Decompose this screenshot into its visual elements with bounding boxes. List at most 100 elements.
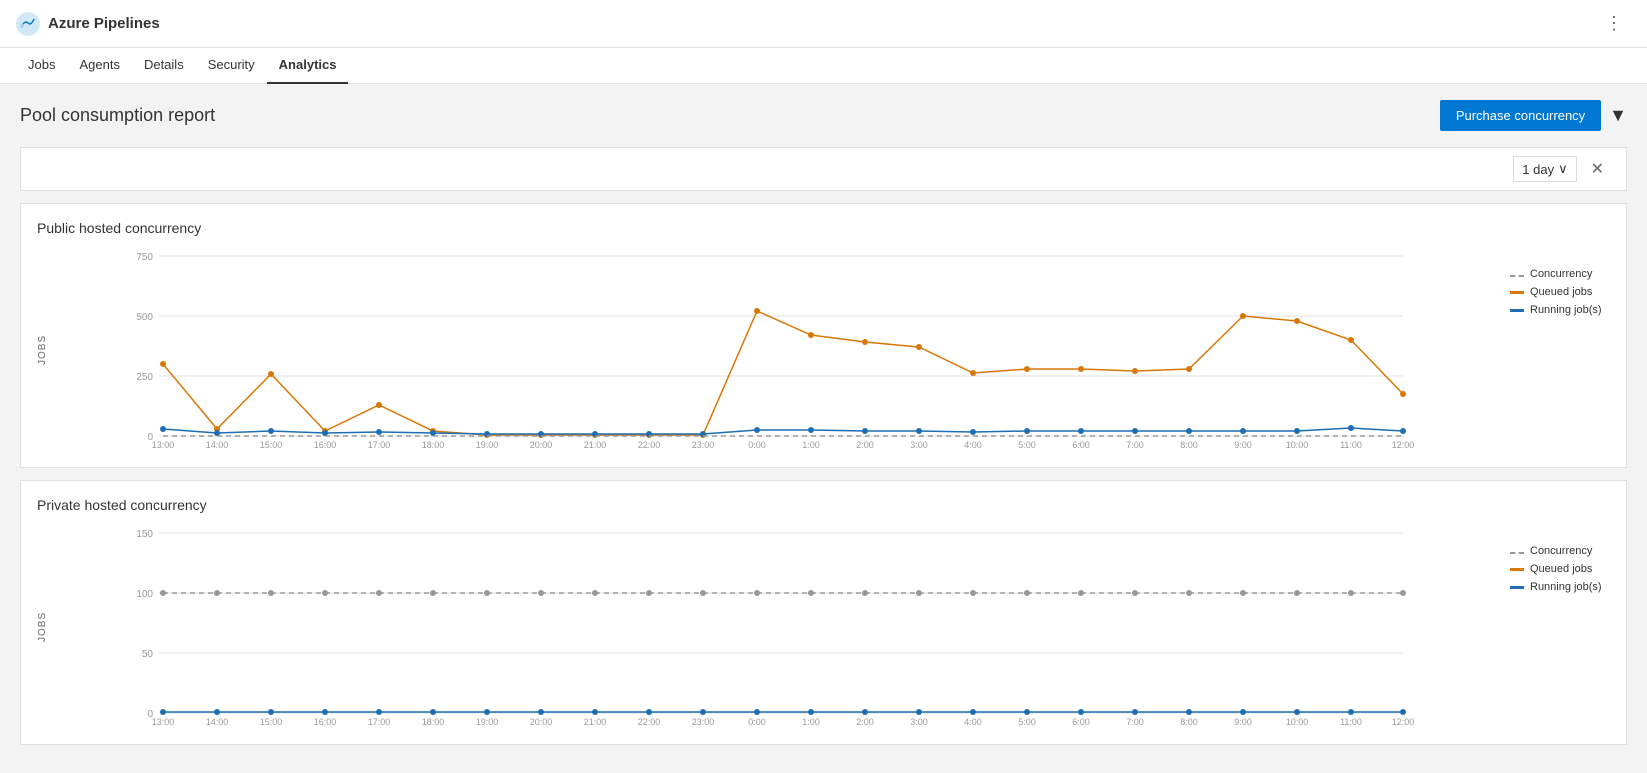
svg-text:20:00: 20:00 bbox=[530, 440, 553, 450]
legend-running-private-color bbox=[1510, 586, 1524, 589]
svg-text:3:00: 3:00 bbox=[910, 717, 928, 727]
tab-agents[interactable]: Agents bbox=[67, 48, 131, 84]
legend-running-color bbox=[1510, 309, 1524, 312]
svg-text:20:00: 20:00 bbox=[530, 717, 553, 727]
svg-text:2:00: 2:00 bbox=[856, 440, 874, 450]
public-chart-area: 750 500 250 0 13:00 14:00 15:00 16:00 17… bbox=[52, 248, 1494, 451]
legend-running-private-label: Running job(s) bbox=[1530, 581, 1602, 593]
public-chart-title: Public hosted concurrency bbox=[37, 220, 1610, 236]
svg-text:0:00: 0:00 bbox=[748, 440, 766, 450]
public-chart-legend: Concurrency Queued jobs Running job(s) bbox=[1510, 248, 1610, 451]
svg-text:17:00: 17:00 bbox=[368, 440, 391, 450]
purchase-concurrency-button[interactable]: Purchase concurrency bbox=[1440, 100, 1601, 131]
legend-queued-label: Queued jobs bbox=[1530, 286, 1592, 298]
legend-concurrency-private-label: Concurrency bbox=[1530, 545, 1592, 557]
svg-text:4:00: 4:00 bbox=[964, 440, 982, 450]
filter-bar: 1 day ∨ ✕ bbox=[20, 147, 1627, 191]
svg-text:8:00: 8:00 bbox=[1180, 440, 1198, 450]
svg-text:8:00: 8:00 bbox=[1180, 717, 1198, 727]
svg-text:16:00: 16:00 bbox=[314, 440, 337, 450]
svg-text:21:00: 21:00 bbox=[584, 440, 607, 450]
svg-text:11:00: 11:00 bbox=[1340, 440, 1362, 450]
svg-text:17:00: 17:00 bbox=[368, 717, 391, 727]
svg-text:5:00: 5:00 bbox=[1018, 440, 1036, 450]
page-header: Pool consumption report Purchase concurr… bbox=[20, 100, 1627, 131]
private-chart-title: Private hosted concurrency bbox=[37, 497, 1610, 513]
tab-analytics[interactable]: Analytics bbox=[267, 48, 349, 84]
svg-text:7:00: 7:00 bbox=[1126, 440, 1144, 450]
svg-text:6:00: 6:00 bbox=[1072, 440, 1090, 450]
page-actions: Purchase concurrency ▼ bbox=[1440, 100, 1627, 131]
chevron-down-icon: ∨ bbox=[1558, 161, 1568, 177]
legend-running-private: Running job(s) bbox=[1510, 581, 1610, 593]
svg-text:12:00: 12:00 bbox=[1392, 717, 1415, 727]
svg-text:14:00: 14:00 bbox=[206, 717, 229, 727]
private-chart-container: JOBS 150 100 50 0 13:00 14:00 15:00 bbox=[37, 525, 1610, 728]
nav-tabs: Jobs Agents Details Security Analytics bbox=[0, 48, 1647, 84]
svg-text:150: 150 bbox=[136, 529, 153, 540]
svg-text:2:00: 2:00 bbox=[856, 717, 874, 727]
legend-queued: Queued jobs bbox=[1510, 286, 1610, 298]
svg-text:19:00: 19:00 bbox=[476, 717, 499, 727]
filter-close-button[interactable]: ✕ bbox=[1585, 157, 1610, 181]
svg-text:12:00: 12:00 bbox=[1392, 440, 1415, 450]
svg-text:18:00: 18:00 bbox=[422, 440, 445, 450]
svg-text:16:00: 16:00 bbox=[314, 717, 337, 727]
public-chart-y-label: JOBS bbox=[37, 248, 48, 451]
legend-running: Running job(s) bbox=[1510, 304, 1610, 316]
svg-text:22:00: 22:00 bbox=[638, 440, 661, 450]
svg-text:15:00: 15:00 bbox=[260, 440, 283, 450]
app-header: Azure Pipelines ⋮ bbox=[0, 0, 1647, 48]
day-selector[interactable]: 1 day ∨ bbox=[1513, 156, 1576, 182]
tab-details[interactable]: Details bbox=[132, 48, 196, 84]
app-title: Azure Pipelines bbox=[48, 15, 160, 32]
svg-text:0:00: 0:00 bbox=[748, 717, 766, 727]
svg-text:4:00: 4:00 bbox=[964, 717, 982, 727]
svg-text:21:00: 21:00 bbox=[584, 717, 607, 727]
svg-text:22:00: 22:00 bbox=[638, 717, 661, 727]
svg-text:23:00: 23:00 bbox=[692, 440, 715, 450]
day-selector-label: 1 day bbox=[1522, 162, 1554, 177]
filter-icon[interactable]: ▼ bbox=[1609, 105, 1627, 126]
svg-text:14:00: 14:00 bbox=[206, 440, 229, 450]
svg-text:13:00: 13:00 bbox=[152, 717, 175, 727]
main-content: Pool consumption report Purchase concurr… bbox=[0, 84, 1647, 773]
private-chart-section: Private hosted concurrency JOBS 150 100 … bbox=[20, 480, 1627, 745]
legend-concurrency-label: Concurrency bbox=[1530, 268, 1592, 280]
public-chart-container: JOBS 750 500 250 0 13:00 14:00 15:00 bbox=[37, 248, 1610, 451]
svg-text:1:00: 1:00 bbox=[802, 440, 820, 450]
private-chart-y-label: JOBS bbox=[37, 525, 48, 728]
tab-security[interactable]: Security bbox=[196, 48, 267, 84]
svg-text:50: 50 bbox=[142, 649, 154, 660]
svg-text:11:00: 11:00 bbox=[1340, 717, 1362, 727]
svg-text:13:00: 13:00 bbox=[152, 440, 175, 450]
svg-text:250: 250 bbox=[136, 372, 153, 383]
svg-text:19:00: 19:00 bbox=[476, 440, 499, 450]
svg-text:6:00: 6:00 bbox=[1072, 717, 1090, 727]
public-chart-svg: 750 500 250 0 13:00 14:00 15:00 16:00 17… bbox=[52, 248, 1494, 448]
svg-text:23:00: 23:00 bbox=[692, 717, 715, 727]
svg-text:9:00: 9:00 bbox=[1234, 717, 1252, 727]
legend-concurrency-private-color bbox=[1510, 552, 1524, 554]
svg-text:18:00: 18:00 bbox=[422, 717, 445, 727]
more-options-button[interactable]: ⋮ bbox=[1597, 9, 1631, 38]
legend-queued-color bbox=[1510, 291, 1524, 294]
private-chart-area: 150 100 50 0 13:00 14:00 15:00 16:00 17:… bbox=[52, 525, 1494, 728]
public-chart-section: Public hosted concurrency JOBS 750 500 2… bbox=[20, 203, 1627, 468]
svg-text:750: 750 bbox=[136, 252, 153, 263]
svg-text:1:00: 1:00 bbox=[802, 717, 820, 727]
private-chart-legend: Concurrency Queued jobs Running job(s) bbox=[1510, 525, 1610, 728]
private-chart-svg: 150 100 50 0 13:00 14:00 15:00 16:00 17:… bbox=[52, 525, 1494, 725]
svg-text:3:00: 3:00 bbox=[910, 440, 928, 450]
tab-jobs[interactable]: Jobs bbox=[16, 48, 67, 84]
legend-queued-private-label: Queued jobs bbox=[1530, 563, 1592, 575]
svg-text:100: 100 bbox=[136, 589, 153, 600]
svg-text:5:00: 5:00 bbox=[1018, 717, 1036, 727]
svg-text:500: 500 bbox=[136, 312, 153, 323]
app-logo: Azure Pipelines bbox=[16, 12, 160, 36]
svg-text:10:00: 10:00 bbox=[1286, 717, 1309, 727]
svg-text:10:00: 10:00 bbox=[1286, 440, 1309, 450]
svg-text:7:00: 7:00 bbox=[1126, 717, 1144, 727]
legend-running-label: Running job(s) bbox=[1530, 304, 1602, 316]
legend-concurrency: Concurrency bbox=[1510, 268, 1610, 280]
